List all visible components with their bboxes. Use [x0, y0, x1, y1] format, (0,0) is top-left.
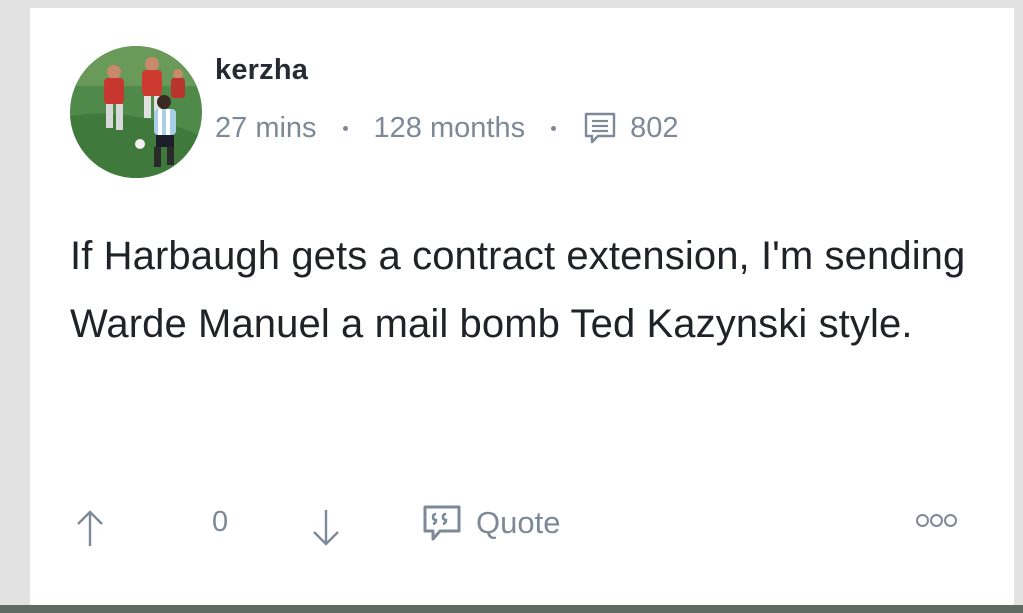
more-dot	[930, 514, 943, 527]
account-age: 128 months	[373, 111, 526, 144]
avatar[interactable]	[70, 46, 202, 178]
quote-icon	[422, 504, 462, 542]
post-actions: 0 Quote	[70, 502, 980, 550]
arrow-up-icon[interactable]	[74, 508, 106, 553]
avatar-image	[70, 46, 202, 178]
post-body: If Harbaugh gets a contract extension, I…	[70, 234, 966, 346]
separator-dot	[342, 125, 348, 131]
bottom-border	[0, 605, 1023, 613]
post-meta: 27 mins 128 months 802	[215, 108, 678, 148]
more-dot	[916, 514, 929, 527]
more-dot	[944, 514, 957, 527]
quote-label: Quote	[476, 505, 561, 540]
arrow-down-icon[interactable]	[310, 508, 342, 553]
post-card: kerzha 27 mins 128 months 802 If Harbaug…	[30, 8, 1014, 605]
more-options-icon[interactable]	[916, 514, 957, 527]
screenshot-frame: kerzha 27 mins 128 months 802 If Harbaug…	[0, 0, 1023, 613]
separator-dot	[551, 125, 557, 131]
username[interactable]: kerzha	[215, 54, 308, 87]
comment-count[interactable]: 802	[630, 112, 678, 145]
time-ago: 27 mins	[215, 111, 317, 144]
vote-count: 0	[212, 506, 229, 538]
comment-icon	[582, 110, 618, 146]
quote-button[interactable]: Quote	[422, 504, 560, 542]
